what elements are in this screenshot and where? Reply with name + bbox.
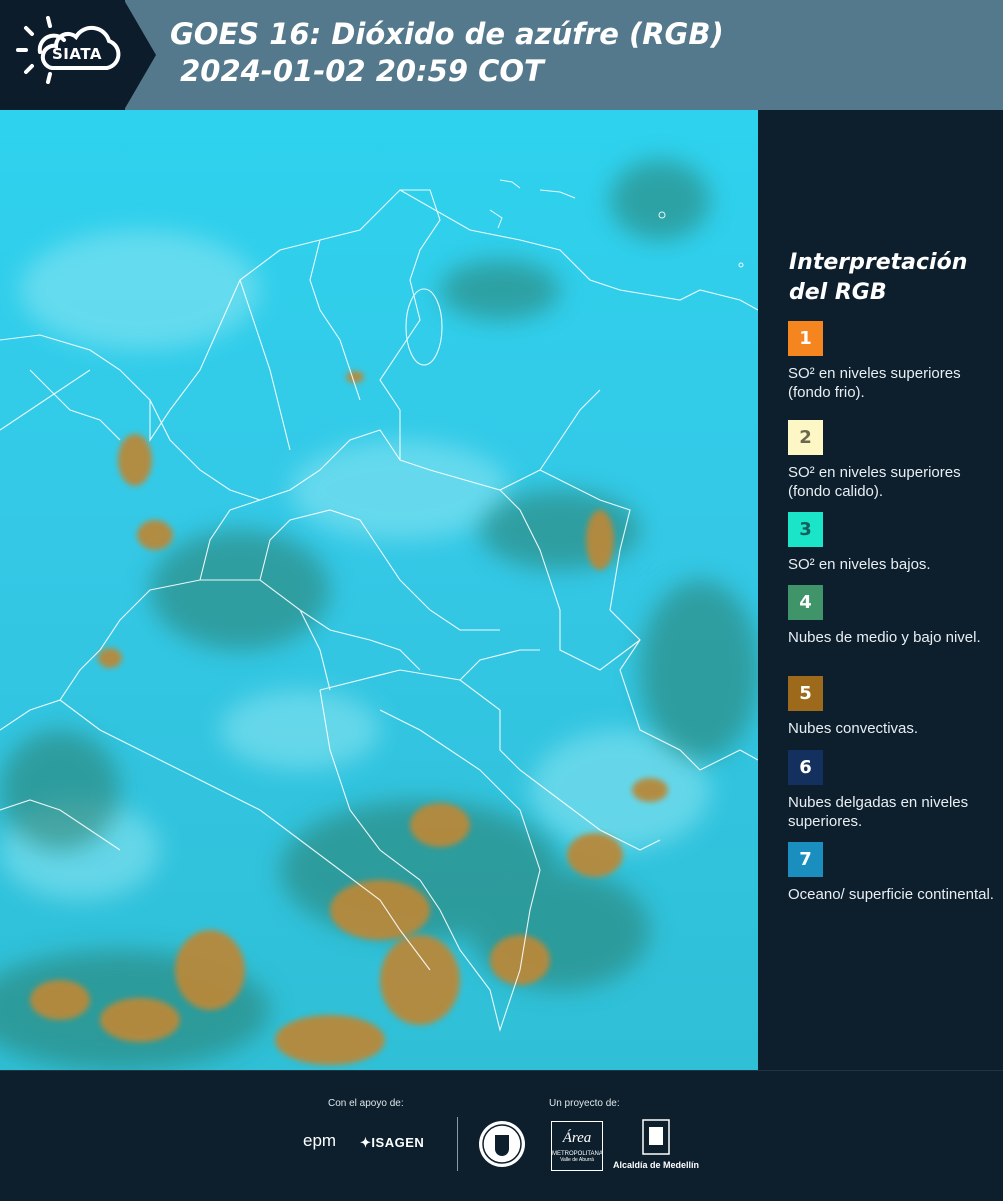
legend-item-7: 7 Oceano/ superficie continental. (788, 842, 998, 904)
legend-item-3: 3 SO² en niveles bajos. (788, 512, 998, 574)
legend-swatch: 1 (788, 321, 823, 356)
isagen-icon: ✦ (360, 1135, 372, 1150)
epm-logo[interactable]: epm (303, 1131, 336, 1151)
satellite-image (0, 110, 758, 1070)
medellin-seal-icon[interactable] (478, 1119, 526, 1169)
legend-item-2: 2 SO² en niveles superiores (fondo calid… (788, 420, 998, 501)
isagen-logo[interactable]: ✦ISAGEN (360, 1135, 424, 1151)
header-arrow (124, 0, 156, 110)
legend-item-5: 5 Nubes convectivas. (788, 676, 998, 738)
alcaldia-label[interactable]: Alcaldía de Medellín (613, 1160, 699, 1170)
legend-swatch: 5 (788, 676, 823, 711)
isagen-label: ISAGEN (371, 1135, 425, 1150)
legend-desc: SO² en niveles superiores (fondo frio). (788, 365, 961, 401)
legend-desc: Oceano/ superficie continental. (788, 886, 994, 903)
legend-desc: SO² en niveles bajos. (788, 556, 931, 573)
legend-desc: SO² en niveles superiores (fondo calido)… (788, 464, 961, 500)
footer-divider (457, 1117, 458, 1171)
legend-desc: Nubes convectivas. (788, 720, 919, 737)
area-metro-sub2: Valle de Aburrá (560, 1157, 594, 1163)
alcaldia-shield-icon[interactable] (642, 1119, 670, 1155)
logo-text: SIATA (52, 45, 103, 63)
footer: Con el apoyo de: Un proyecto de: epm ✦IS… (0, 1070, 1003, 1201)
support-label: Con el apoyo de: (328, 1098, 404, 1109)
project-label: Un proyecto de: (549, 1098, 620, 1109)
legend-item-1: 1 SO² en niveles superiores (fondo frio)… (788, 321, 998, 402)
page-title: GOES 16: Dióxido de azúfre (RGB) 2024-01… (170, 17, 724, 88)
legend-swatch: 3 (788, 512, 823, 547)
legend-swatch: 2 (788, 420, 823, 455)
legend-title: Interpretación del RGB (789, 250, 968, 305)
legend-swatch: 7 (788, 842, 823, 877)
legend-item-6: 6 Nubes delgadas en niveles superiores. (788, 750, 998, 831)
area-metropolitana-logo[interactable]: Área METROPOLITANA Valle de Aburrá (551, 1121, 603, 1171)
legend-swatch: 6 (788, 750, 823, 785)
siata-logo: SIATA (0, 0, 125, 110)
legend-desc: Nubes de medio y bajo nivel. (788, 629, 981, 646)
legend-swatch: 4 (788, 585, 823, 620)
legend-item-4: 4 Nubes de medio y bajo nivel. (788, 585, 998, 647)
satellite-map[interactable] (0, 110, 758, 1070)
legend-desc: Nubes delgadas en niveles superiores. (788, 794, 969, 830)
legend-panel: Interpretación del RGB 1 SO² en niveles … (760, 110, 1003, 1070)
area-metro-title: Área (562, 1130, 592, 1146)
